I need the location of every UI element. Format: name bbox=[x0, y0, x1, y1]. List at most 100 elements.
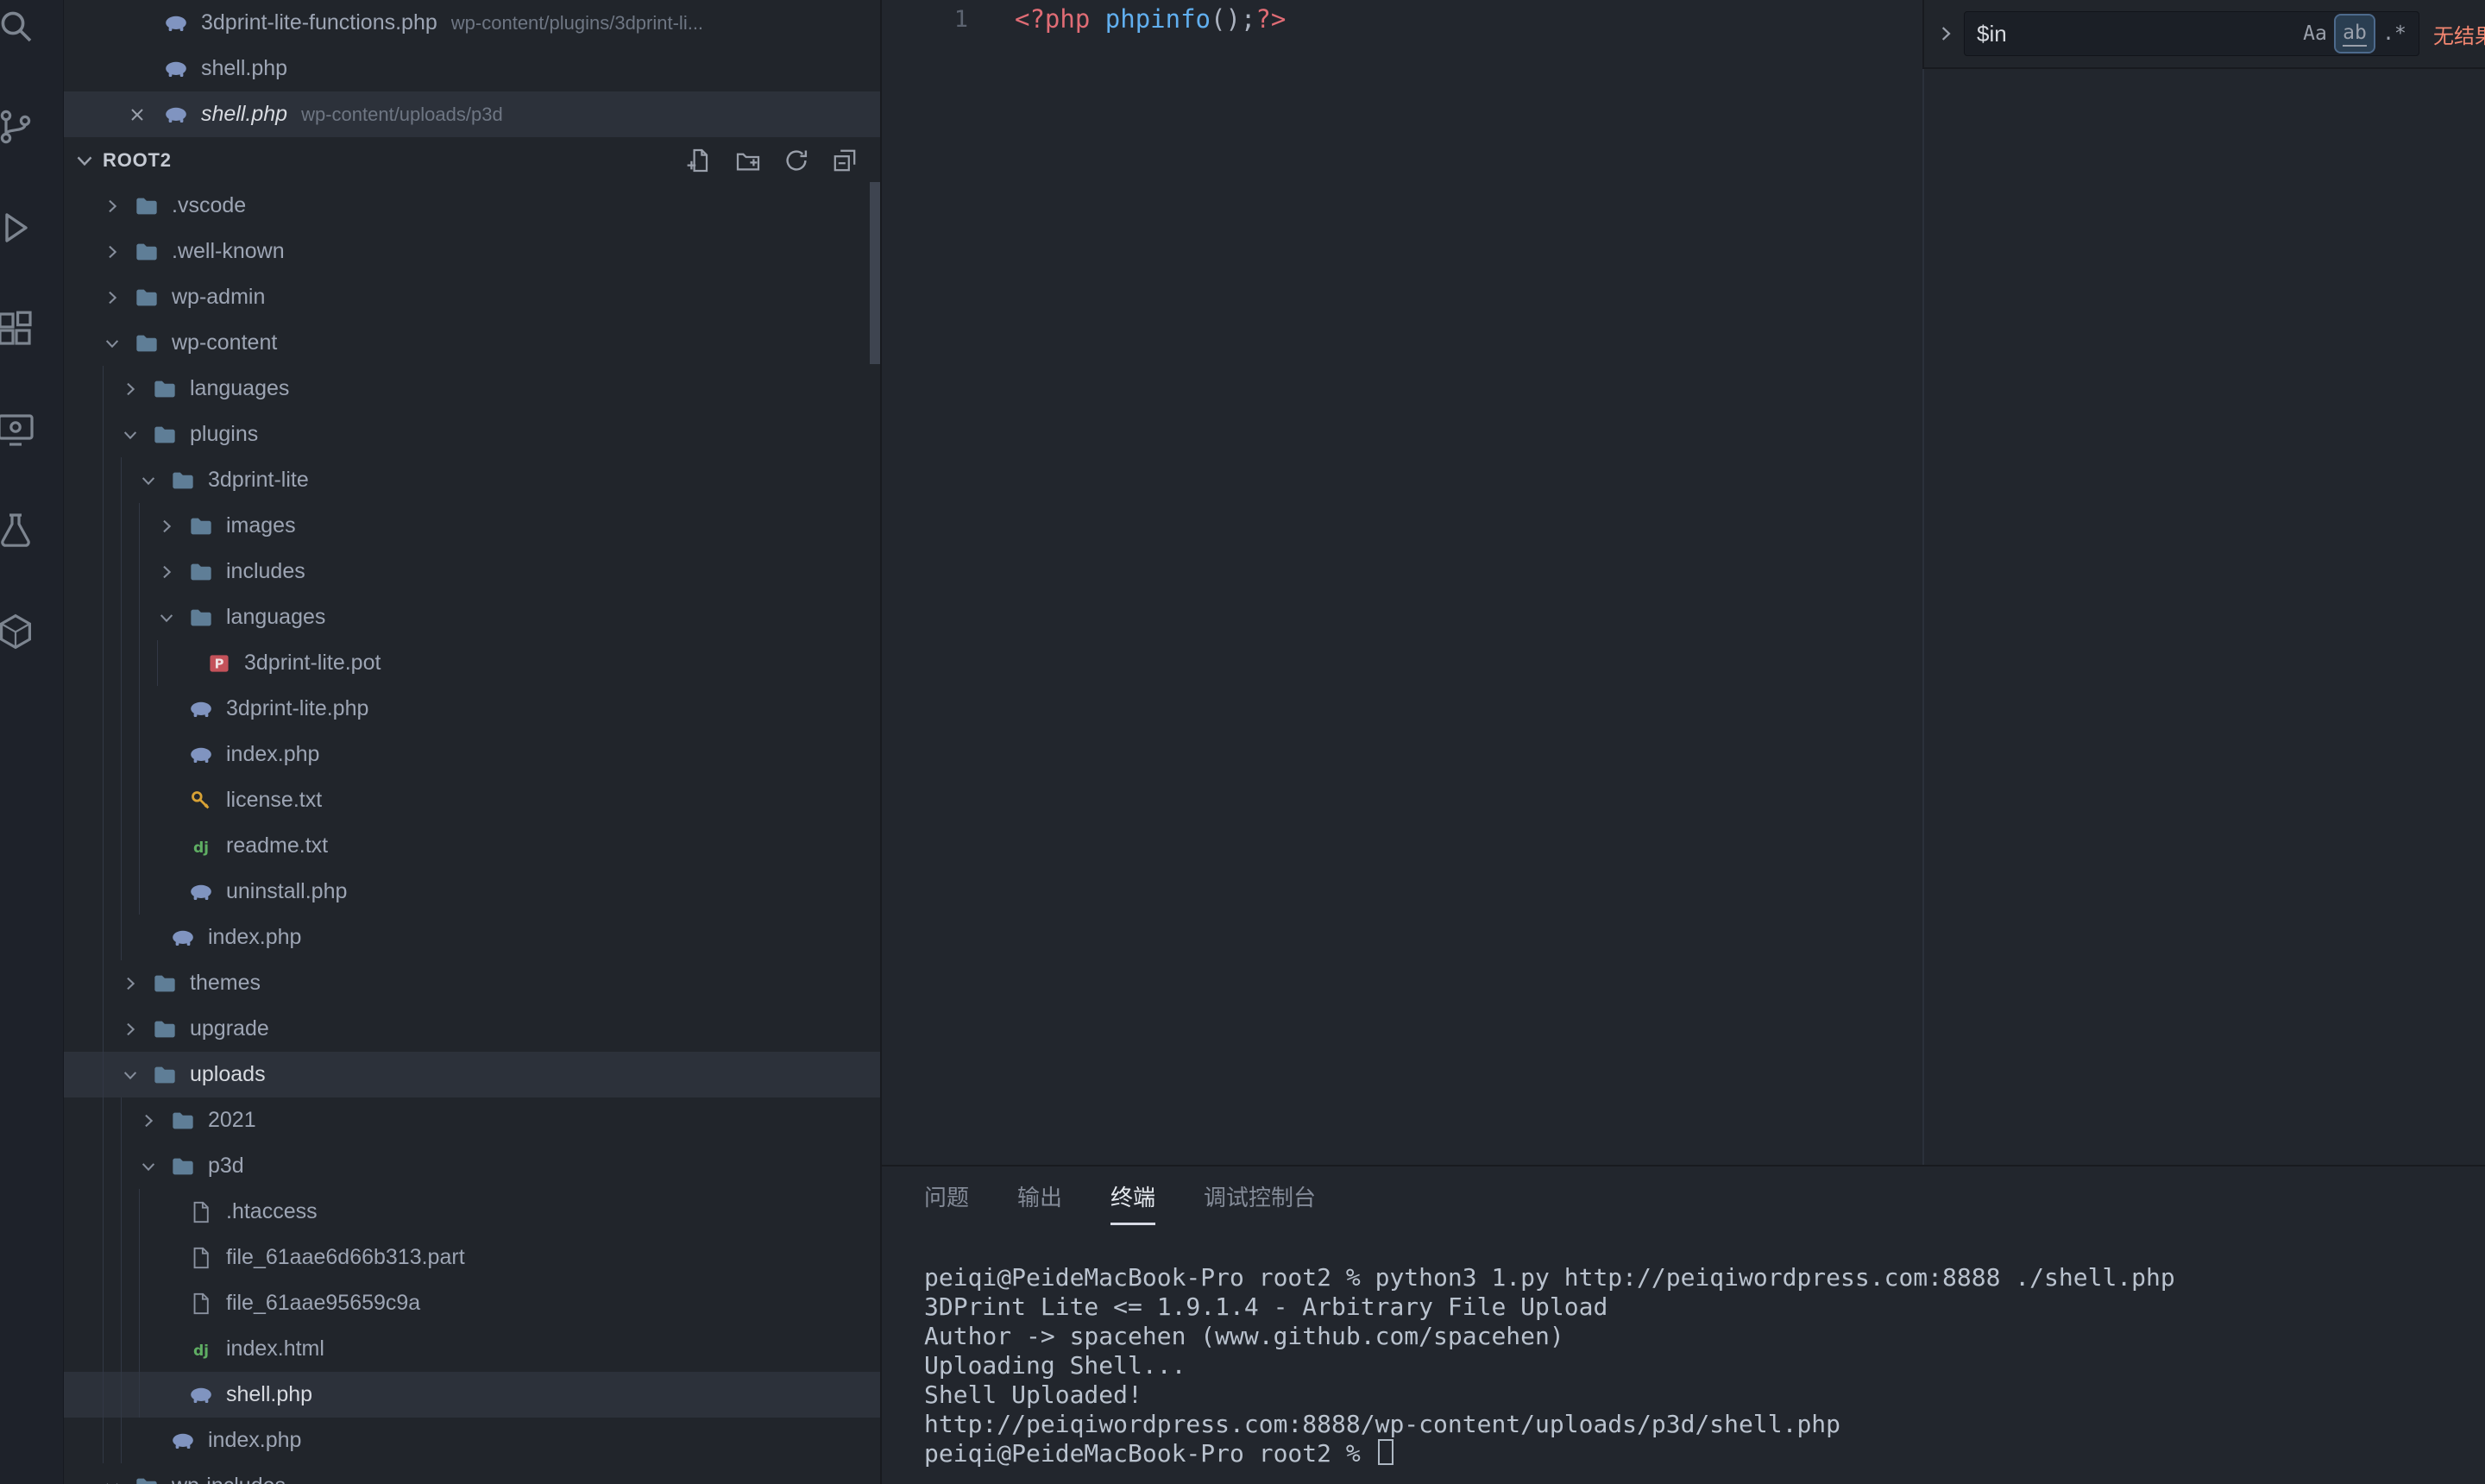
terminal-line: 3DPrint Lite <= 1.9.1.4 - Arbitrary File… bbox=[924, 1292, 2468, 1322]
tree-item-vscode[interactable]: .vscode bbox=[63, 183, 880, 229]
terminal[interactable]: peiqi@PeideMacBook-Pro root2 % python3 1… bbox=[924, 1263, 2468, 1484]
search-icon[interactable] bbox=[0, 5, 36, 47]
tree-item-languages[interactable]: languages bbox=[63, 594, 880, 640]
indent-guide bbox=[103, 960, 121, 1006]
chevron-right-icon[interactable] bbox=[157, 511, 188, 542]
twisty-spacer bbox=[157, 1197, 188, 1228]
tree-item-includes[interactable]: includes bbox=[63, 549, 880, 594]
tree-item-languages[interactable]: languages bbox=[63, 366, 880, 412]
new-file-button[interactable] bbox=[683, 144, 716, 177]
tree-item-label: .htaccess bbox=[226, 1199, 318, 1224]
panel-tab-debug-console[interactable]: 调试控制台 bbox=[1204, 1180, 1316, 1223]
folder-icon bbox=[152, 1062, 178, 1088]
open-editor-item-3dprint-lite-functions-php[interactable]: 3dprint-lite-functions.phpwp-content/plu… bbox=[63, 0, 880, 46]
explorer-section-header[interactable]: ROOT2 bbox=[63, 137, 880, 183]
chevron-right-icon[interactable] bbox=[157, 556, 188, 588]
tree-item-uninstall-php[interactable]: uninstall.php bbox=[63, 869, 880, 915]
tree-item-p3d[interactable]: p3d bbox=[63, 1143, 880, 1189]
refresh-button[interactable] bbox=[780, 144, 813, 177]
new-folder-button[interactable] bbox=[732, 144, 764, 177]
editor[interactable]: 1 <?php phpinfo();?> $in Aaab.* 无结果 bbox=[882, 0, 2485, 1165]
chevron-right-icon[interactable] bbox=[121, 374, 152, 405]
php-icon bbox=[170, 925, 196, 951]
whole-word-option[interactable]: ab bbox=[2336, 16, 2374, 52]
indent-guide bbox=[139, 1280, 157, 1326]
run-debug-icon[interactable] bbox=[0, 207, 36, 248]
chevron-right-icon[interactable] bbox=[103, 191, 134, 222]
tree-item-index-php[interactable]: index.php bbox=[63, 915, 880, 960]
indent-guide bbox=[157, 640, 175, 686]
chevron-right-icon[interactable] bbox=[121, 968, 152, 999]
chevron-down-icon[interactable] bbox=[157, 602, 188, 633]
open-editor-item-shell-php[interactable]: shell.php bbox=[63, 46, 880, 91]
panel-tab-output[interactable]: 输出 bbox=[1017, 1180, 1062, 1223]
tree-item-readme-txt[interactable]: readme.txt bbox=[63, 823, 880, 869]
package-icon[interactable] bbox=[0, 611, 36, 652]
tree-item-wp-admin[interactable]: wp-admin bbox=[63, 274, 880, 320]
tree-item-htaccess[interactable]: .htaccess bbox=[63, 1189, 880, 1235]
panel-tab-terminal[interactable]: 终端 bbox=[1110, 1180, 1155, 1225]
chevron-down-icon[interactable] bbox=[139, 1151, 170, 1182]
chevron-down-icon[interactable] bbox=[121, 419, 152, 450]
panel-tab-problems[interactable]: 问题 bbox=[924, 1180, 969, 1223]
tree-item-index-html[interactable]: index.html bbox=[63, 1326, 880, 1372]
tree-item-3dprint-lite-php[interactable]: 3dprint-lite.php bbox=[63, 686, 880, 732]
tree-item-uploads[interactable]: uploads bbox=[63, 1052, 880, 1097]
chevron-right-icon[interactable] bbox=[103, 282, 134, 313]
tree-item-plugins[interactable]: plugins bbox=[63, 412, 880, 457]
chevron-right-icon[interactable] bbox=[139, 1105, 170, 1136]
twisty-spacer bbox=[157, 785, 188, 816]
testing-icon[interactable] bbox=[0, 510, 36, 551]
source-control-icon[interactable] bbox=[0, 106, 36, 148]
indent-guide bbox=[103, 915, 121, 960]
chevron-down-icon[interactable] bbox=[139, 465, 170, 496]
tree-item-wp-includes[interactable]: wp-includes bbox=[63, 1463, 880, 1484]
regex-option[interactable]: .* bbox=[2375, 16, 2413, 52]
find-input[interactable]: $in Aaab.* bbox=[1964, 11, 2419, 56]
tree-item-label: 3dprint-lite.pot bbox=[244, 651, 381, 676]
match-case-option[interactable]: Aa bbox=[2296, 16, 2334, 52]
chevron-down-icon[interactable] bbox=[103, 1471, 134, 1484]
tree-item-upgrade[interactable]: upgrade bbox=[63, 1006, 880, 1052]
tree-item-index-php[interactable]: index.php bbox=[63, 1418, 880, 1463]
php-icon bbox=[188, 696, 214, 722]
indent-guide bbox=[121, 686, 139, 732]
tree-item-license-txt[interactable]: license.txt bbox=[63, 777, 880, 823]
tree-item-label: 2021 bbox=[208, 1108, 256, 1133]
file-tree: .vscode.well-knownwp-adminwp-contentlang… bbox=[63, 183, 880, 1484]
tree-item-images[interactable]: images bbox=[63, 503, 880, 549]
folder-icon bbox=[152, 1016, 178, 1042]
tree-item-2021[interactable]: 2021 bbox=[63, 1097, 880, 1143]
tree-item-wp-content[interactable]: wp-content bbox=[63, 320, 880, 366]
tree-item-file-61aae6d66b313-part[interactable]: file_61aae6d66b313.part bbox=[63, 1235, 880, 1280]
collapse-all-button[interactable] bbox=[828, 144, 861, 177]
terminal-cursor bbox=[1378, 1439, 1393, 1465]
tree-item-3dprint-lite-pot[interactable]: 3dprint-lite.pot bbox=[63, 640, 880, 686]
new-folder-icon bbox=[734, 147, 762, 174]
folder-icon bbox=[134, 1474, 160, 1484]
sidebar-scrollbar[interactable] bbox=[870, 182, 880, 364]
tree-item-well-known[interactable]: .well-known bbox=[63, 229, 880, 274]
extensions-icon[interactable] bbox=[0, 308, 36, 349]
file-icon bbox=[188, 1199, 214, 1225]
tree-item-themes[interactable]: themes bbox=[63, 960, 880, 1006]
open-editor-label: 3dprint-lite-functions.php bbox=[201, 10, 437, 35]
php-icon bbox=[163, 102, 189, 128]
chevron-down-icon[interactable] bbox=[121, 1060, 152, 1091]
tree-item-3dprint-lite[interactable]: 3dprint-lite bbox=[63, 457, 880, 503]
open-editor-item-shell-php[interactable]: shell.phpwp-content/uploads/p3d bbox=[63, 91, 880, 137]
chevron-right-icon[interactable] bbox=[103, 236, 134, 267]
tree-item-file-61aae95659c9a[interactable]: file_61aae95659c9a bbox=[63, 1280, 880, 1326]
indent-guide bbox=[103, 1372, 121, 1418]
toggle-replace-button[interactable] bbox=[1928, 16, 1964, 52]
tree-item-shell-php[interactable]: shell.php bbox=[63, 1372, 880, 1418]
indent-guide bbox=[139, 640, 157, 686]
chevron-right-icon[interactable] bbox=[121, 1014, 152, 1045]
tree-item-index-php[interactable]: index.php bbox=[63, 732, 880, 777]
close-button[interactable] bbox=[122, 104, 153, 125]
remote-explorer-icon[interactable] bbox=[0, 409, 36, 450]
chevron-down-icon[interactable] bbox=[103, 328, 134, 359]
indent-guide bbox=[121, 1326, 139, 1372]
tree-item-label: upgrade bbox=[190, 1016, 269, 1041]
tree-item-label: images bbox=[226, 513, 296, 538]
